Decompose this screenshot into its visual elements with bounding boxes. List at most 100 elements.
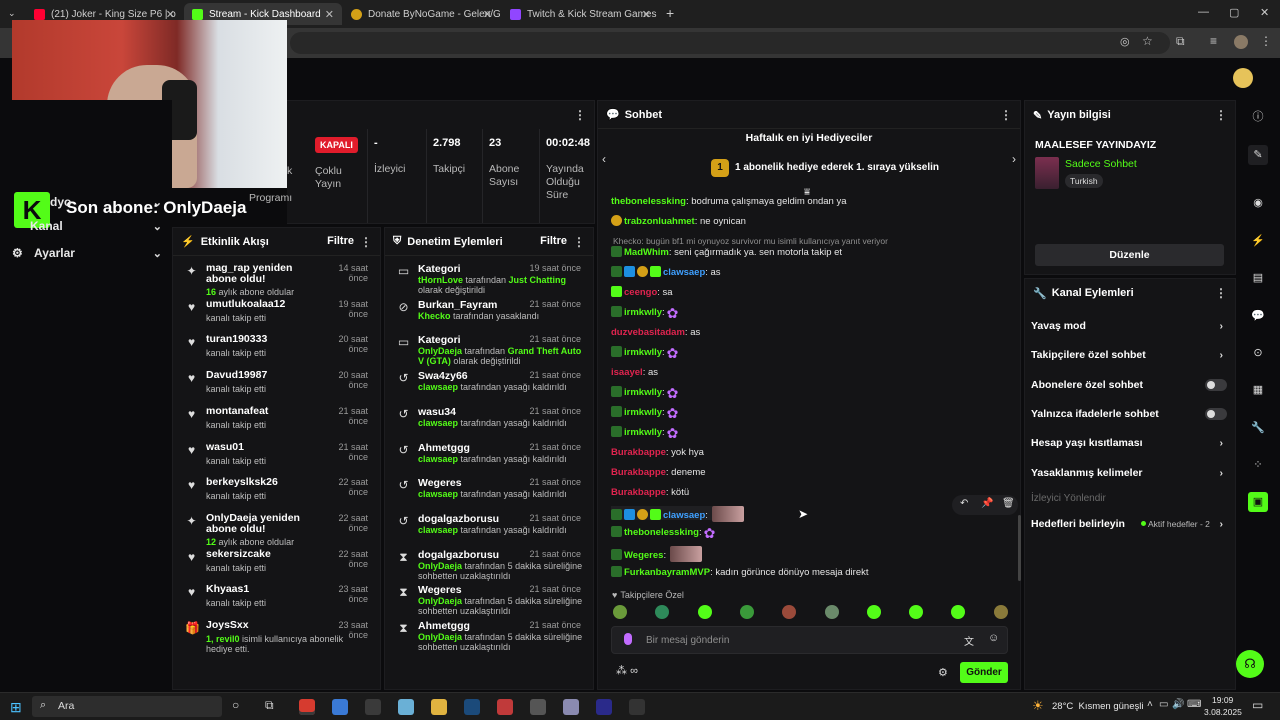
emote-icon[interactable]	[782, 605, 797, 619]
info-icon[interactable]: ⓘ	[1248, 107, 1268, 127]
chat-input[interactable]: Bir mesaj gönderin 文 ☺	[611, 626, 1008, 654]
trash-icon[interactable]: 🗑	[1002, 498, 1015, 509]
support-headset-icon[interactable]: ☊	[1236, 650, 1264, 678]
notification-icon[interactable]: ▭	[1252, 698, 1263, 712]
chat-message[interactable]: FurkanbayramMVP: kadın görünce dönüyo me…	[611, 566, 869, 580]
moderation-item[interactable]: ⧗ Ahmetggg OnlyDaeja tarafından 5 dakika s…	[393, 618, 585, 652]
emote-icon[interactable]	[993, 605, 1008, 619]
toggle-switch[interactable]	[1205, 379, 1227, 391]
window-close-icon[interactable]: ✕	[1260, 6, 1269, 19]
activity-item[interactable]: ✦ OnlyDaeja yeniden abone oldu! 12 aylık a…	[181, 511, 372, 547]
windows-start-icon[interactable]: ⊞	[10, 699, 22, 716]
emote-icon[interactable]	[824, 605, 839, 619]
filter-button[interactable]: Filtre	[327, 235, 354, 247]
chat-username[interactable]: Wegeres	[624, 550, 663, 561]
emote-icon[interactable]	[655, 605, 670, 619]
bookmark-star-icon[interactable]: ☆	[1142, 34, 1153, 48]
close-icon[interactable]: ✕	[325, 8, 334, 21]
clock-time[interactable]: 19:09	[1212, 695, 1233, 705]
category-name[interactable]: Sadece Sohbet	[1065, 158, 1137, 170]
chat-message[interactable]: irmkwlly: ✿	[611, 426, 683, 440]
reply-icon[interactable]: ↶	[960, 498, 968, 509]
set-goals-row[interactable]: Hedefleri belirleyin Aktif hedefler - 2 …	[1031, 515, 1227, 533]
layout-icon[interactable]: ▦	[1248, 380, 1268, 400]
lightning-icon[interactable]: ⚡	[1248, 231, 1268, 251]
chat-username[interactable]: irmkwlly	[624, 387, 662, 398]
chat-username[interactable]: duzvebasitadam	[611, 327, 685, 338]
sidebar-item-ayarlar[interactable]: ⚙ Ayarlar ⌄	[12, 243, 162, 263]
app-icon[interactable]	[398, 699, 414, 715]
toggle-switch[interactable]	[1205, 408, 1227, 420]
clapperboard-icon[interactable]: ▣	[1248, 492, 1268, 512]
chat-message[interactable]: ceengo: sa	[611, 286, 673, 300]
chat-message[interactable]: Burakbappe: deneme	[611, 466, 706, 480]
emote-icon[interactable]	[739, 605, 754, 619]
mic-icon[interactable]	[624, 633, 632, 645]
kick-dashboard-logo-icon[interactable]	[1233, 68, 1253, 88]
channel-action-item[interactable]: Abonelere özel sohbet	[1031, 376, 1227, 394]
activity-item[interactable]: 🎁 JoysSxx 1, revil0 isimli kullanıcıya abo…	[181, 618, 372, 655]
channel-action-item[interactable]: Yavaş mod ›	[1031, 317, 1227, 335]
discord-app-icon[interactable]	[332, 699, 348, 715]
tab-search-icon[interactable]: ⌄	[8, 8, 16, 19]
maximize-icon[interactable]: ▢	[1229, 6, 1239, 19]
chat-username[interactable]: Burakbappe	[611, 487, 666, 498]
extensions-icon[interactable]: ⧉	[1176, 34, 1185, 49]
moderation-item[interactable]: ⧗ dogalgazborusu OnlyDaeja tarafından 5 da…	[393, 547, 585, 581]
chat-username[interactable]: clawsaep	[663, 510, 705, 521]
tab-donate[interactable]: Donate ByNoGame - Gelen/Gi ✕	[343, 3, 500, 25]
chat-username[interactable]: Burakbappe	[611, 447, 666, 458]
emote-icon[interactable]	[909, 605, 924, 619]
close-icon[interactable]: ✕	[166, 8, 175, 21]
camera-icon[interactable]: ◉	[1248, 193, 1268, 213]
chat-message[interactable]: trabzonluahmet: ne oynican	[611, 215, 746, 229]
app-icon[interactable]	[563, 699, 579, 715]
pin-icon[interactable]: 📌	[981, 498, 993, 509]
chat-username[interactable]: irmkwlly	[624, 307, 662, 318]
emoji-icon[interactable]: ☺	[988, 632, 999, 644]
media-icon[interactable]: ≡	[1210, 34, 1217, 48]
moderation-item[interactable]: ⊘ Burkan_Fayram Khecko tarafından yasaklan…	[393, 297, 585, 331]
chat-username[interactable]: ceengo	[624, 287, 657, 298]
chat-message[interactable]: duzvebasitadam: as	[611, 326, 700, 340]
cortana-icon[interactable]: ○	[232, 698, 239, 712]
kebab-icon[interactable]: ⋮	[1215, 286, 1227, 300]
chat-message[interactable]: clawsaep:	[611, 506, 744, 522]
kebab-icon[interactable]: ⋮	[1000, 108, 1012, 122]
emote-icon[interactable]	[951, 605, 966, 619]
clock-date[interactable]: 3.08.2025	[1204, 707, 1242, 717]
chat-settings-icon[interactable]: ⚙	[938, 666, 948, 679]
minimize-icon[interactable]: —	[1198, 6, 1209, 18]
chat-message[interactable]: Burakbappe: kötü	[611, 486, 689, 500]
kebab-icon[interactable]: ⋮	[574, 108, 586, 122]
chat-username[interactable]: FurkanbayramMVP	[624, 567, 710, 578]
network-icon[interactable]: ▭	[1159, 699, 1168, 710]
moderation-item[interactable]: ↺ dogalgazborusu clawsaep tarafından yasağ…	[393, 511, 585, 545]
emote-icon[interactable]	[697, 605, 712, 619]
close-icon[interactable]: ✕	[642, 8, 651, 21]
chat-message[interactable]: irmkwlly: ✿	[611, 346, 683, 360]
clipboard-icon[interactable]: ▤	[1248, 268, 1268, 288]
premiere-app-icon[interactable]	[596, 699, 612, 715]
weather-text[interactable]: 28°C Kısmen güneşli	[1052, 701, 1143, 712]
steam-app-icon[interactable]	[464, 699, 480, 715]
chat-username[interactable]: irmkwlly	[624, 347, 662, 358]
channel-action-item[interactable]: Yasaklanmış kelimeler ›	[1031, 464, 1227, 482]
broadcast-icon[interactable]: ⊙	[1248, 343, 1268, 363]
activity-item[interactable]: ♥ turan190333 kanalı takip etti 20 saat önc…	[181, 332, 372, 366]
moderation-item[interactable]: ▭ Kategori tHornLove tarafından Just Chatt…	[393, 261, 585, 295]
chat-icon[interactable]: 💬	[1248, 306, 1268, 326]
chat-username[interactable]: isaayel	[611, 367, 643, 378]
channel-action-item[interactable]: Takipçilere özel sohbet ›	[1031, 346, 1227, 364]
edit-pencil-icon[interactable]: ✎	[1248, 145, 1268, 165]
translate-icon[interactable]: 文	[964, 633, 974, 648]
chat-message[interactable]: isaayel: as	[611, 366, 658, 380]
kebab-icon[interactable]: ⋮	[360, 235, 372, 249]
moderation-item[interactable]: ▭ Kategori OnlyDaeja tarafından Grand Thef…	[393, 332, 585, 366]
sidebar-item-studio[interactable]: dyo ⌄	[50, 192, 162, 212]
new-tab-button[interactable]: +	[666, 5, 674, 21]
channel-points[interactable]: ⁂ ∞	[616, 664, 638, 677]
chat-message[interactable]: irmkwlly: ✿	[611, 386, 683, 400]
tab-stream-games[interactable]: Twitch & Kick Stream Games ✕	[502, 3, 659, 25]
eye-off-icon[interactable]: ◎	[1120, 35, 1130, 48]
